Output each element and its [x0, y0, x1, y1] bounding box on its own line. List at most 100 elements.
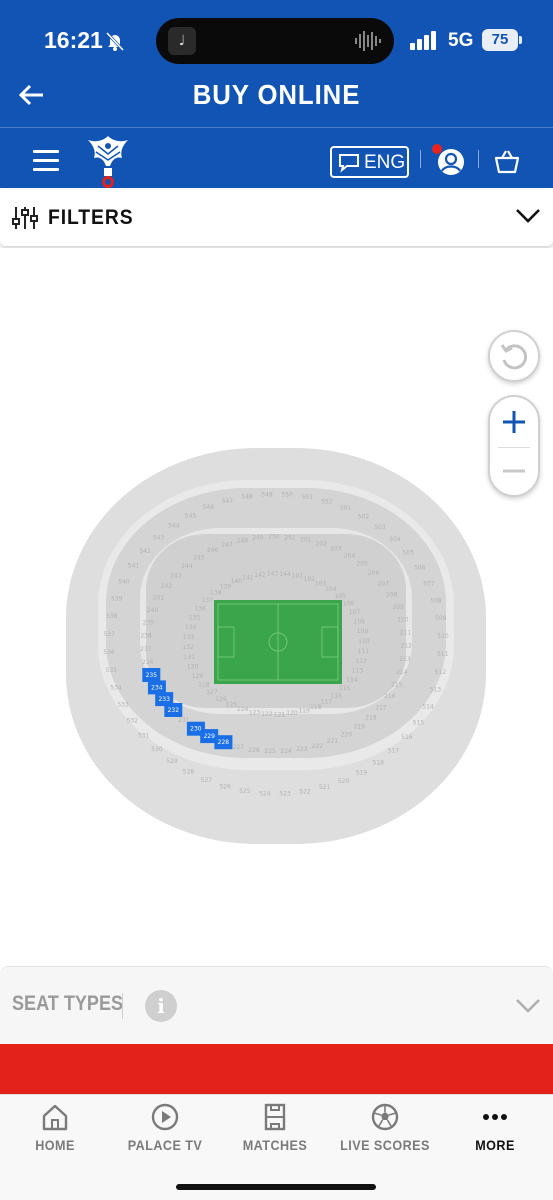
zoom-in-button[interactable] — [490, 397, 538, 447]
section-label-235[interactable]: 235 — [146, 672, 158, 679]
section-label-237: 237 — [140, 646, 152, 653]
section-label-551: 551 — [301, 494, 313, 501]
section-label-540: 540 — [118, 579, 130, 586]
waveform-icon — [355, 31, 381, 51]
section-label-528: 528 — [183, 769, 195, 776]
tab-label: HOME — [35, 1137, 75, 1153]
battery-tip — [519, 36, 522, 44]
account-icon[interactable] — [437, 148, 465, 176]
section-label-541: 541 — [128, 563, 140, 570]
section-label-542: 542 — [139, 548, 151, 555]
section-label-238: 238 — [140, 633, 152, 640]
section-label-524: 524 — [259, 790, 271, 797]
reset-view-button[interactable] — [488, 330, 540, 382]
title-bar: BUY ONLINE — [0, 70, 553, 126]
section-label-245: 245 — [193, 554, 205, 561]
section-label-548: 548 — [241, 494, 253, 501]
basket-icon[interactable] — [494, 148, 520, 174]
section-label-545: 545 — [185, 513, 197, 520]
chevron-down-icon[interactable] — [515, 207, 541, 225]
info-icon[interactable]: i — [145, 990, 177, 1022]
tab-matches[interactable]: MATCHES — [220, 1103, 330, 1163]
tab-more[interactable]: MORE — [440, 1103, 550, 1163]
football-icon — [371, 1103, 399, 1131]
nav-bar: ENG — [0, 128, 553, 188]
section-label-508: 508 — [430, 598, 442, 605]
section-label-123: 123 — [249, 709, 261, 716]
section-label-525: 525 — [239, 788, 251, 795]
section-label-534: 534 — [110, 685, 122, 692]
section-label-221: 221 — [327, 738, 339, 745]
section-label-229[interactable]: 229 — [203, 733, 215, 740]
section-label-515: 515 — [413, 719, 425, 726]
section-label-544: 544 — [168, 523, 180, 530]
section-label-520: 520 — [338, 778, 350, 785]
chevron-down-icon[interactable] — [515, 997, 541, 1015]
section-label-242: 242 — [161, 583, 173, 590]
section-label-136: 136 — [194, 605, 206, 612]
language-button[interactable]: ENG — [330, 146, 409, 178]
section-label-119: 119 — [298, 708, 310, 715]
section-label-226: 226 — [248, 747, 260, 754]
section-label-117: 117 — [321, 699, 333, 706]
section-label-134: 134 — [185, 624, 197, 631]
section-label-552: 552 — [321, 499, 333, 506]
section-label-549: 549 — [261, 492, 273, 499]
section-label-510: 510 — [437, 633, 449, 640]
section-label-207: 207 — [378, 580, 390, 587]
home-icon — [42, 1104, 68, 1131]
red-banner[interactable] — [0, 1044, 553, 1096]
section-label-546: 546 — [203, 504, 215, 511]
section-label-205: 205 — [356, 561, 368, 568]
section-label-251: 251 — [284, 534, 296, 541]
section-label-222: 222 — [312, 743, 324, 750]
section-label-204: 204 — [344, 552, 356, 559]
section-label-228[interactable]: 228 — [218, 739, 230, 746]
section-label-223: 223 — [296, 746, 308, 753]
section-label-131: 131 — [184, 654, 196, 661]
section-label-144: 144 — [279, 571, 291, 578]
signal-icon — [410, 31, 436, 50]
play-icon — [151, 1103, 179, 1131]
hamburger-icon[interactable] — [33, 150, 59, 172]
section-label-138: 138 — [210, 590, 222, 597]
section-label-230[interactable]: 230 — [190, 726, 202, 733]
section-label-211: 211 — [400, 629, 412, 636]
section-label-234[interactable]: 234 — [151, 684, 163, 691]
zoom-controls — [488, 395, 540, 497]
section-label-214: 214 — [396, 669, 408, 676]
section-label-114: 114 — [346, 677, 358, 684]
section-label-232[interactable]: 232 — [168, 707, 180, 714]
section-label-137: 137 — [202, 597, 214, 604]
section-label-250: 250 — [268, 534, 280, 541]
section-label-227: 227 — [233, 744, 245, 751]
section-label-212: 212 — [400, 643, 412, 650]
section-label-530: 530 — [151, 746, 163, 753]
zoom-divider — [498, 447, 530, 448]
section-label-107: 107 — [349, 609, 361, 616]
filters-bar[interactable]: FILTERS — [0, 190, 553, 246]
club-crest-logo[interactable] — [84, 132, 132, 190]
seat-types-panel[interactable]: SEAT TYPES i — [0, 966, 553, 1044]
stadium-seating-plan[interactable]: 548 549 550 551 552 501 502 503504505 506 507 508 5… — [64, 446, 488, 846]
app-screen: 16:21 ♩ 5G 75 BUY ONLINE ENG FILTERS 548… — [0, 0, 553, 1200]
section-label-249: 249 — [252, 535, 264, 542]
tab-live-scores[interactable]: LIVE SCORES — [330, 1103, 440, 1163]
zoom-out-button[interactable] — [490, 449, 538, 497]
tab-palace-tv[interactable]: PALACE TV — [110, 1103, 220, 1163]
chat-icon — [339, 154, 359, 173]
section-label-122: 122 — [261, 711, 273, 718]
section-label-233[interactable]: 233 — [158, 696, 170, 703]
section-label-140: 140 — [231, 578, 243, 585]
section-label-209: 209 — [392, 604, 404, 611]
section-label-527: 527 — [201, 777, 213, 784]
section-label-106: 106 — [342, 601, 354, 608]
section-label-127: 127 — [206, 689, 218, 696]
tab-home[interactable]: HOME — [0, 1103, 110, 1163]
status-time: 16:21 — [44, 27, 103, 53]
section-label-526: 526 — [219, 784, 231, 791]
section-label-108: 108 — [354, 619, 366, 626]
section-label-111: 111 — [358, 648, 370, 655]
section-label-550: 550 — [281, 492, 293, 499]
section-label-536: 536 — [103, 649, 115, 656]
